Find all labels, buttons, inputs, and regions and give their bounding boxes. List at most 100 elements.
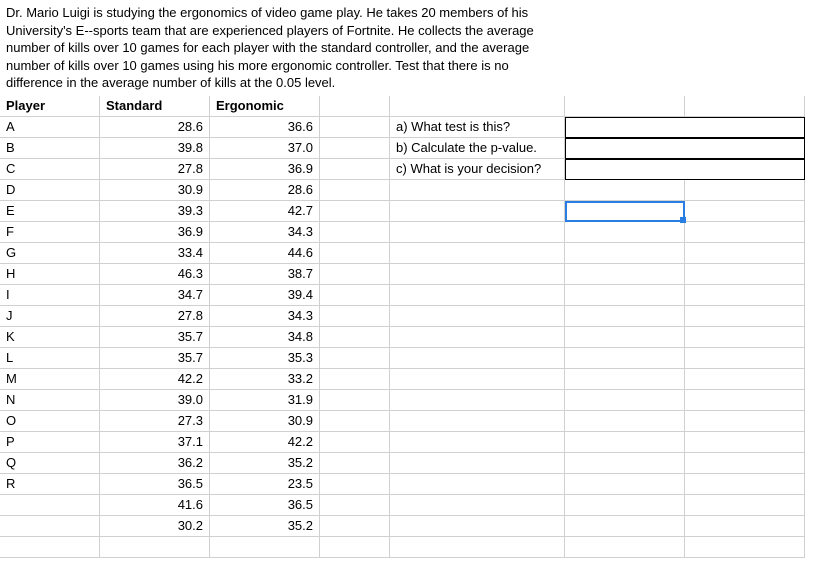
ergonomic-cell[interactable]: 28.6 (210, 180, 320, 201)
empty-cell[interactable] (320, 474, 390, 495)
ergonomic-cell[interactable]: 34.3 (210, 222, 320, 243)
empty-cell[interactable] (565, 180, 685, 201)
empty-cell[interactable] (320, 411, 390, 432)
empty-cell[interactable] (685, 411, 805, 432)
empty-cell[interactable] (390, 96, 565, 117)
standard-cell[interactable]: 39.8 (100, 138, 210, 159)
standard-cell[interactable]: 33.4 (100, 243, 210, 264)
player-cell[interactable]: N (0, 390, 100, 411)
empty-cell[interactable] (320, 264, 390, 285)
empty-cell[interactable] (100, 537, 210, 558)
empty-cell[interactable] (685, 495, 805, 516)
empty-cell[interactable] (320, 495, 390, 516)
empty-cell[interactable] (685, 432, 805, 453)
standard-cell[interactable]: 27.8 (100, 306, 210, 327)
empty-cell[interactable] (685, 201, 805, 222)
answer-box-c[interactable] (565, 159, 805, 180)
empty-cell[interactable] (685, 180, 805, 201)
empty-cell[interactable] (565, 369, 685, 390)
player-cell[interactable]: M (0, 369, 100, 390)
empty-cell[interactable] (565, 495, 685, 516)
empty-cell[interactable] (390, 201, 565, 222)
column-header-player[interactable]: Player (0, 96, 100, 117)
player-cell[interactable]: P (0, 432, 100, 453)
empty-cell[interactable] (565, 96, 685, 117)
standard-cell[interactable]: 37.1 (100, 432, 210, 453)
standard-cell[interactable]: 46.3 (100, 264, 210, 285)
empty-cell[interactable] (390, 243, 565, 264)
ergonomic-cell[interactable]: 30.9 (210, 411, 320, 432)
ergonomic-cell[interactable]: 33.2 (210, 369, 320, 390)
ergonomic-cell[interactable]: 39.4 (210, 285, 320, 306)
empty-cell[interactable] (390, 306, 565, 327)
empty-cell[interactable] (685, 516, 805, 537)
ergonomic-cell[interactable]: 34.8 (210, 327, 320, 348)
empty-cell[interactable] (320, 537, 390, 558)
empty-cell[interactable] (320, 201, 390, 222)
player-cell[interactable]: Q (0, 453, 100, 474)
player-cell[interactable]: A (0, 117, 100, 138)
ergonomic-cell[interactable]: 36.5 (210, 495, 320, 516)
empty-cell[interactable] (320, 453, 390, 474)
empty-cell[interactable] (565, 411, 685, 432)
empty-cell[interactable] (390, 180, 565, 201)
standard-cell[interactable]: 36.5 (100, 474, 210, 495)
empty-cell[interactable] (390, 285, 565, 306)
empty-cell[interactable] (565, 390, 685, 411)
standard-cell[interactable]: 35.7 (100, 327, 210, 348)
empty-cell[interactable] (685, 306, 805, 327)
empty-cell[interactable] (390, 516, 565, 537)
empty-cell[interactable] (390, 327, 565, 348)
empty-cell[interactable] (685, 285, 805, 306)
empty-cell[interactable] (390, 474, 565, 495)
empty-cell[interactable] (390, 348, 565, 369)
empty-cell[interactable] (320, 306, 390, 327)
empty-cell[interactable] (390, 537, 565, 558)
player-cell[interactable]: L (0, 348, 100, 369)
standard-cell[interactable]: 27.3 (100, 411, 210, 432)
empty-cell[interactable] (320, 285, 390, 306)
standard-cell[interactable]: 42.2 (100, 369, 210, 390)
ergonomic-cell[interactable]: 38.7 (210, 264, 320, 285)
empty-cell[interactable] (685, 474, 805, 495)
empty-cell[interactable] (565, 474, 685, 495)
empty-cell[interactable] (685, 390, 805, 411)
empty-cell[interactable] (565, 243, 685, 264)
ergonomic-cell[interactable]: 35.2 (210, 516, 320, 537)
ergonomic-cell[interactable]: 36.6 (210, 117, 320, 138)
player-cell[interactable]: K (0, 327, 100, 348)
empty-cell[interactable] (390, 369, 565, 390)
empty-cell[interactable] (565, 516, 685, 537)
player-cell[interactable]: B (0, 138, 100, 159)
empty-cell[interactable] (565, 222, 685, 243)
ergonomic-cell[interactable]: 37.0 (210, 138, 320, 159)
empty-cell[interactable] (685, 96, 805, 117)
player-cell[interactable]: E (0, 201, 100, 222)
empty-cell[interactable] (320, 180, 390, 201)
standard-cell[interactable]: 39.3 (100, 201, 210, 222)
ergonomic-cell[interactable]: 35.3 (210, 348, 320, 369)
empty-cell[interactable] (320, 516, 390, 537)
selected-cell[interactable] (565, 201, 685, 222)
empty-cell[interactable] (565, 432, 685, 453)
standard-cell[interactable]: 41.6 (100, 495, 210, 516)
empty-cell[interactable] (685, 243, 805, 264)
player-cell[interactable]: C (0, 159, 100, 180)
empty-cell[interactable] (320, 117, 390, 138)
player-cell[interactable]: O (0, 411, 100, 432)
empty-cell[interactable] (390, 411, 565, 432)
standard-cell[interactable]: 27.8 (100, 159, 210, 180)
empty-cell[interactable] (565, 285, 685, 306)
empty-cell[interactable] (210, 537, 320, 558)
empty-cell[interactable] (685, 222, 805, 243)
player-cell[interactable]: H (0, 264, 100, 285)
empty-cell[interactable] (685, 327, 805, 348)
empty-cell[interactable] (390, 222, 565, 243)
column-header-standard[interactable]: Standard (100, 96, 210, 117)
ergonomic-cell[interactable]: 31.9 (210, 390, 320, 411)
empty-cell[interactable] (390, 432, 565, 453)
empty-cell[interactable] (390, 453, 565, 474)
player-cell[interactable]: I (0, 285, 100, 306)
answer-box-a[interactable] (565, 117, 805, 138)
ergonomic-cell[interactable]: 34.3 (210, 306, 320, 327)
